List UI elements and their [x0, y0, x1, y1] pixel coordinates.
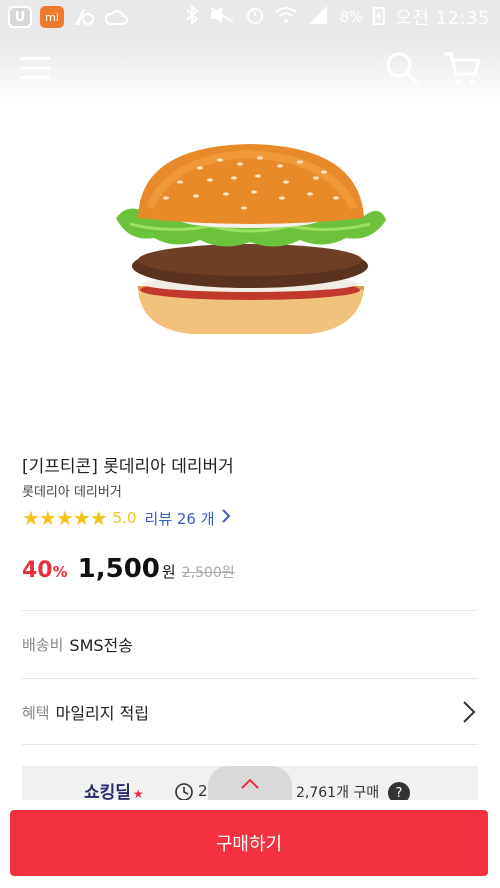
deal-timer: 2: [198, 782, 208, 800]
original-price: 2,500원: [181, 565, 235, 581]
buy-bar: 구매하기: [0, 800, 500, 888]
shipping-value: SMS전송: [69, 636, 133, 655]
battery-percent: 8%: [339, 8, 364, 26]
cart-icon[interactable]: [442, 50, 482, 88]
benefit-value: 마일리지 적립: [55, 704, 150, 723]
divider: [22, 678, 478, 679]
menu-icon[interactable]: [20, 56, 50, 80]
review-label: 리뷰 26 개: [144, 509, 215, 528]
rating-score: 5.0: [112, 509, 137, 527]
benefit-label: 혜택: [22, 703, 50, 722]
chevron-right-icon: [221, 509, 231, 527]
mi-app-icon: mi: [40, 6, 64, 28]
clock-icon: [174, 782, 194, 802]
rating-stars: ★★★★★: [22, 506, 108, 530]
price-unit: 원: [161, 563, 176, 581]
signal-app-icon: [72, 6, 96, 28]
discount-rate: 40: [22, 558, 53, 583]
benefit-row[interactable]: 혜택 마일리지 적립: [22, 700, 478, 724]
status-bar: U mi 8% 오전 12:35: [0, 0, 500, 34]
chevron-right-icon: [460, 700, 478, 724]
product-brand: 롯데리아 데리버거: [22, 485, 122, 500]
buy-button[interactable]: 구매하기: [10, 810, 488, 876]
sale-price: 1,500: [77, 554, 160, 584]
rating-row: ★★★★★ 5.0 리뷰 26 개: [22, 506, 231, 530]
deal-purchase-count: 2,761개 구매: [296, 785, 380, 801]
status-time: 오전 12:35: [395, 8, 490, 29]
shipping-label: 배송비: [22, 635, 64, 654]
discount-sign: %: [52, 563, 68, 581]
cloud-icon: [104, 6, 128, 28]
review-link[interactable]: 리뷰 26 개: [145, 508, 231, 529]
app-header: [0, 34, 500, 104]
product-image: [110, 138, 390, 348]
cell-signal-icon: [307, 6, 329, 28]
chevron-up-icon: [241, 778, 259, 789]
shipping-row: 배송비 SMS전송: [22, 632, 133, 656]
u-plus-app-icon: U: [8, 6, 32, 28]
wifi-icon: [275, 6, 298, 28]
price-row: 40 % 1,500 원 2,500원: [22, 554, 235, 584]
mute-icon: [209, 6, 235, 28]
alarm-icon: [245, 5, 265, 29]
search-icon[interactable]: [384, 50, 420, 86]
bluetooth-icon: [185, 4, 200, 29]
battery-charging-icon: [373, 5, 386, 29]
product-title: [기프티콘] 롯데리아 데리버거: [22, 457, 234, 477]
divider: [22, 744, 478, 745]
divider: [22, 610, 478, 611]
